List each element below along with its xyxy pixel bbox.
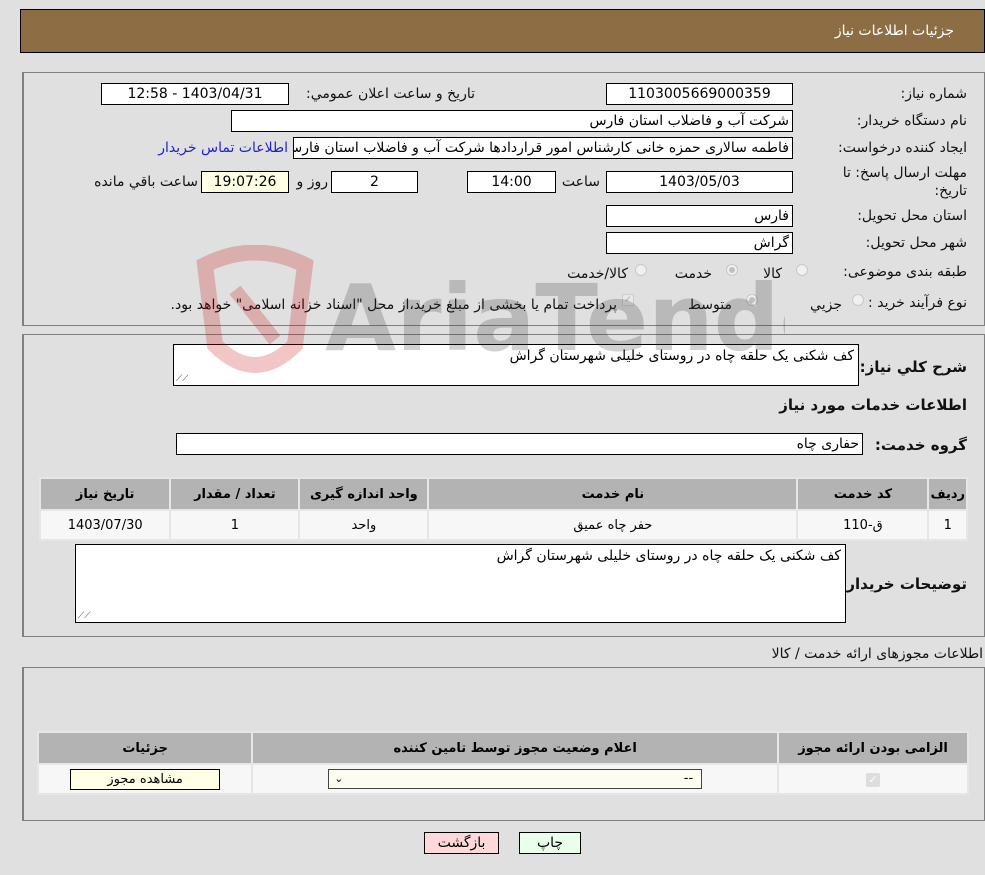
days-label: روز و: [296, 174, 329, 190]
deadline-date-field: 1403/05/03: [606, 171, 793, 193]
page-title: جزئیات اطلاعات نیاز: [834, 23, 954, 39]
col-license-details: جزئیات: [36, 731, 254, 765]
announce-datetime-label: تاریخ و ساعت اعلان عمومي:: [306, 86, 475, 102]
license-status-select[interactable]: -- ⌄: [328, 769, 703, 789]
cell-license-required: ✓: [777, 763, 969, 795]
buyer-notes-label: توضيحات خريدار:: [840, 575, 967, 593]
license-required-checkbox[interactable]: ✓: [866, 772, 881, 787]
category-radio-goods-service[interactable]: [635, 264, 647, 276]
resize-grip-icon[interactable]: ⟋⟋: [176, 374, 189, 384]
col-unit: واحد اندازه گيری: [298, 477, 430, 511]
cell-license-details: مشاهده مجوز: [36, 763, 254, 795]
buyer-contact-link[interactable]: اطلاعات تماس خريدار: [158, 140, 288, 156]
purchase-option-minor: جزيي: [810, 297, 842, 313]
cell-unit: واحد: [298, 509, 430, 541]
need-number-field: 1103005669000359: [606, 83, 793, 105]
deadline-time-field: 14:00: [467, 171, 556, 193]
delivery-city-label: شهر محل تحويل:: [865, 235, 967, 251]
cell-date: 1403/07/30: [38, 509, 172, 541]
category-radio-service[interactable]: [726, 264, 738, 276]
deadline-label: مهلت ارسال پاسخ: تا تاریخ:: [842, 165, 967, 199]
col-name: نام خدمت: [427, 477, 799, 511]
requester-field: فاطمه سالاری حمزه خانی کارشناس امور قرار…: [293, 137, 793, 159]
services-table-header: رديف کد خدمت نام خدمت واحد اندازه گيری ت…: [38, 477, 968, 511]
licenses-table: الزامی بودن ارائه مجوز اعلام وضعیت مجوز …: [36, 731, 969, 795]
back-button[interactable]: بازگشت: [424, 832, 499, 854]
delivery-province-field: فارس: [606, 205, 793, 227]
table-row: 1 ق-110 حفر چاه عمیق واحد 1 1403/07/30: [38, 509, 968, 541]
col-license-required: الزامی بودن ارائه مجوز: [777, 731, 969, 765]
time-remaining-field: 19:07:26: [201, 171, 289, 193]
time-remaining-label: ساعت باقي مانده: [94, 174, 198, 190]
need-number-label: شماره نیاز:: [900, 86, 968, 102]
table-row: ✓ -- ⌄ مشاهده مجوز: [36, 763, 969, 795]
purchase-type-label: نوع فرآيند خريد :: [868, 295, 967, 311]
view-license-button[interactable]: مشاهده مجوز: [70, 768, 221, 790]
purchase-option-medium: متوسط: [688, 297, 732, 313]
licenses-table-header: الزامی بودن ارائه مجوز اعلام وضعیت مجوز …: [36, 731, 969, 765]
cell-code: ق-110: [796, 509, 930, 541]
announce-datetime-field: 1403/04/31 - 12:58: [101, 83, 289, 105]
treasury-note: پرداخت تمام یا بخشی از مبلغ خرید،از محل …: [170, 297, 617, 313]
services-table: رديف کد خدمت نام خدمت واحد اندازه گيری ت…: [38, 477, 968, 541]
category-option-goods-service: کالا/خدمت: [567, 266, 628, 282]
category-option-goods: کالا: [763, 266, 782, 282]
cell-index: 1: [927, 509, 968, 541]
col-qty: تعداد / مقدار: [169, 477, 301, 511]
buyer-notes-text: کف شکنی یک حلقه چاه در روستای خلیلی شهرس…: [496, 548, 841, 564]
buyer-notes-textarea[interactable]: کف شکنی یک حلقه چاه در روستای خلیلی شهرس…: [75, 544, 846, 623]
purchase-radio-minor[interactable]: [852, 294, 864, 306]
col-date: تاريخ نياز: [38, 477, 172, 511]
buyer-org-field: شرکت آب و فاضلاب استان فارس: [231, 110, 793, 132]
page-header: جزئیات اطلاعات نیاز: [20, 9, 985, 53]
chevron-down-icon: ⌄: [334, 772, 344, 785]
license-status-value: --: [683, 771, 694, 786]
deadline-time-label: ساعت: [561, 174, 600, 190]
cell-qty: 1: [169, 509, 301, 541]
buyer-org-label: نام دستگاه خريدار:: [856, 113, 967, 129]
cell-license-status: -- ⌄: [251, 763, 780, 795]
resize-grip-icon[interactable]: ⟋⟋: [78, 611, 91, 621]
print-button[interactable]: چاپ: [519, 832, 581, 854]
category-radio-goods[interactable]: [796, 264, 808, 276]
delivery-province-label: استان محل تحويل:: [857, 208, 967, 224]
description-label: شرح کلي نياز:: [859, 358, 967, 376]
col-license-status: اعلام وضعیت مجوز توسط تامین کننده: [251, 731, 780, 765]
col-code: کد خدمت: [796, 477, 930, 511]
services-section-title: اطلاعات خدمات مورد نياز: [779, 396, 967, 414]
description-textarea[interactable]: کف شکنی یک حلقه چاه در روستای خلیلی شهرس…: [173, 344, 859, 386]
days-remaining-field: 2: [331, 171, 418, 193]
purchase-radio-medium[interactable]: [746, 294, 758, 306]
col-index: رديف: [927, 477, 968, 511]
category-label: طبقه بندی موضوعی:: [843, 264, 967, 280]
delivery-city-field: گراش: [606, 232, 793, 254]
description-text: کف شکنی یک حلقه چاه در روستای خلیلی شهرس…: [509, 348, 854, 364]
requester-label: ايجاد کننده درخواست:: [838, 140, 967, 156]
licenses-section-title: اطلاعات مجوزهای ارائه خدمت / کالا: [771, 646, 983, 662]
service-group-label: گروه خدمت:: [874, 436, 967, 454]
category-option-service: خدمت: [674, 266, 712, 282]
cell-name: حفر چاه عمیق: [427, 509, 799, 541]
service-group-field: حفاری چاه: [176, 433, 863, 455]
treasury-checkbox[interactable]: ✓: [622, 294, 634, 306]
